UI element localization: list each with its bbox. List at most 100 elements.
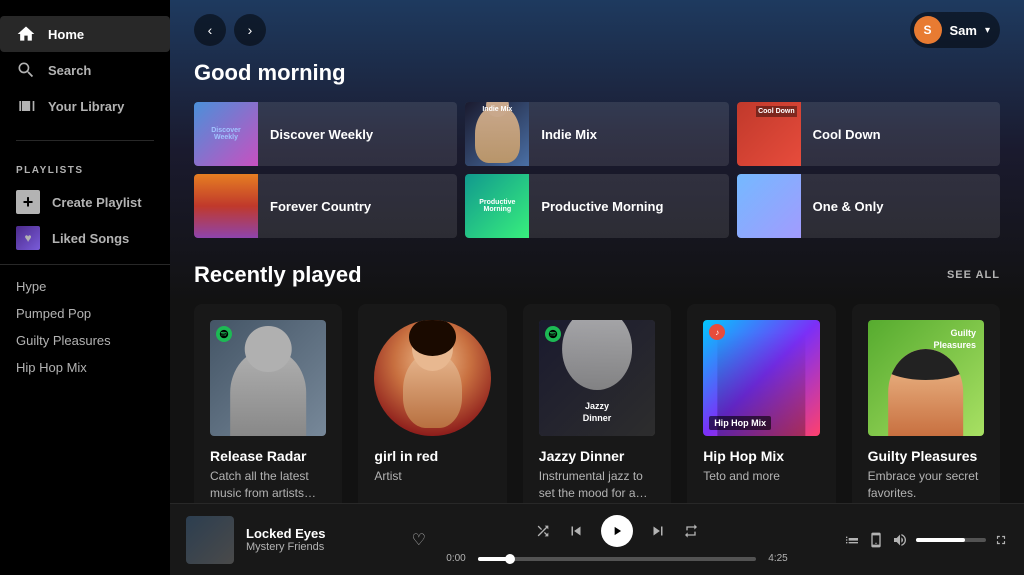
hiphop-mix-title: Hip Hop Mix bbox=[703, 448, 819, 464]
player-track-info: Locked Eyes Mystery Friends ♡ bbox=[186, 516, 426, 564]
recently-played-grid: Release Radar Catch all the latest music… bbox=[170, 304, 1024, 503]
greeting-title: Good morning bbox=[170, 60, 1024, 102]
shuffle-button[interactable] bbox=[535, 523, 551, 539]
next-button[interactable] bbox=[649, 522, 667, 540]
user-menu[interactable]: S Sam ▾ bbox=[910, 12, 1001, 48]
fullscreen-button[interactable] bbox=[994, 533, 1008, 547]
play-pause-button[interactable] bbox=[601, 515, 633, 547]
progress-dot bbox=[505, 554, 515, 564]
player-thumb bbox=[186, 516, 234, 564]
queue-button[interactable] bbox=[844, 532, 860, 548]
sidebar-divider bbox=[16, 140, 154, 141]
quick-play-card-discover[interactable]: Discover Weekly Discover Weekly bbox=[194, 102, 457, 166]
quick-play-card-productive[interactable]: ProductiveMorning Productive Morning bbox=[465, 174, 728, 238]
progress-bar[interactable] bbox=[478, 557, 756, 561]
sidebar-item-library[interactable]: Your Library bbox=[0, 88, 170, 124]
cool-down-title: Cool Down bbox=[813, 127, 1000, 142]
quick-play-card-cool[interactable]: Cool Down Cool Down bbox=[737, 102, 1000, 166]
hiphop-label: Hip Hop Mix bbox=[709, 416, 771, 430]
girl-in-red-desc: Artist bbox=[374, 468, 490, 485]
release-radar-title: Release Radar bbox=[210, 448, 326, 464]
liked-songs-label: Liked Songs bbox=[52, 231, 129, 246]
previous-button[interactable] bbox=[567, 522, 585, 540]
current-time: 0:00 bbox=[442, 553, 470, 564]
back-button[interactable]: ‹ bbox=[194, 14, 226, 46]
discover-weekly-thumb: Discover Weekly bbox=[194, 102, 258, 166]
jazzy-dinner-thumb: JazzyDinner bbox=[539, 320, 655, 436]
indie-mix-thumb: Indie Mix bbox=[465, 102, 529, 166]
recently-played-title: Recently played bbox=[194, 262, 362, 288]
player-buttons bbox=[535, 515, 699, 547]
jazzy-dinner-desc: Instrumental jazz to set the mood for a … bbox=[539, 468, 655, 502]
productive-morning-title: Productive Morning bbox=[541, 199, 728, 214]
library-icon bbox=[16, 96, 36, 116]
volume-button[interactable] bbox=[892, 532, 908, 548]
sidebar-item-search[interactable]: Search bbox=[0, 52, 170, 88]
create-playlist-label: Create Playlist bbox=[52, 195, 142, 210]
sidebar-item-pumped-pop[interactable]: Pumped Pop bbox=[0, 300, 170, 327]
playlist-pumped-pop-label: Pumped Pop bbox=[16, 306, 91, 321]
release-radar-thumb bbox=[210, 320, 326, 436]
player-track-text: Locked Eyes Mystery Friends bbox=[246, 526, 400, 553]
library-label: Your Library bbox=[48, 99, 124, 114]
discover-weekly-title: Discover Weekly bbox=[270, 127, 457, 142]
sidebar-nav: Home Search Your Library bbox=[0, 8, 170, 132]
recently-card-hiphop[interactable]: Hip Hop Mix ♪ Hip Hop Mix Teto and more bbox=[687, 304, 835, 503]
player-artist-name: Mystery Friends bbox=[246, 541, 400, 553]
create-playlist-button[interactable]: + Create Playlist bbox=[0, 184, 170, 220]
sidebar-item-guilty-pleasures[interactable]: Guilty Pleasures bbox=[0, 327, 170, 354]
cool-down-thumb: Cool Down bbox=[737, 102, 801, 166]
repeat-button[interactable] bbox=[683, 523, 699, 539]
hiphop-mix-thumb: Hip Hop Mix ♪ bbox=[703, 320, 819, 436]
sidebar-item-home[interactable]: Home bbox=[0, 16, 170, 52]
total-time: 4:25 bbox=[764, 553, 792, 564]
like-button[interactable]: ♡ bbox=[412, 530, 426, 550]
girl-in-red-thumb bbox=[374, 320, 490, 436]
sidebar-item-hype[interactable]: Hype bbox=[0, 273, 170, 300]
jazzy-dinner-title: Jazzy Dinner bbox=[539, 448, 655, 464]
productive-morning-thumb: ProductiveMorning bbox=[465, 174, 529, 238]
home-label: Home bbox=[48, 27, 84, 42]
forward-button[interactable]: › bbox=[234, 14, 266, 46]
recently-card-girl-in-red[interactable]: girl in red Artist bbox=[358, 304, 506, 503]
quick-play-card-one[interactable]: One & Only bbox=[737, 174, 1000, 238]
playlist-hiphop-label: Hip Hop Mix bbox=[16, 360, 87, 375]
main-content: ‹ › S Sam ▾ Good morning Discov bbox=[170, 0, 1024, 503]
quick-play-card-forever[interactable]: Forever Country bbox=[194, 174, 457, 238]
app-container: Home Search Your Library PL bbox=[0, 0, 1024, 575]
search-icon bbox=[16, 60, 36, 80]
playlist-list: Hype Pumped Pop Guilty Pleasures Hip Hop… bbox=[0, 264, 170, 381]
progress-fill bbox=[478, 557, 511, 561]
chevron-down-icon: ▾ bbox=[985, 25, 990, 36]
player-right-controls bbox=[808, 532, 1008, 548]
nav-buttons: ‹ › bbox=[194, 14, 266, 46]
sidebar: Home Search Your Library PL bbox=[0, 0, 170, 575]
quick-play-card-indie[interactable]: Indie Mix Indie Mix bbox=[465, 102, 728, 166]
guilty-pleasures-desc: Embrace your secret favorites. bbox=[868, 468, 984, 502]
top-bar: ‹ › S Sam ▾ bbox=[170, 0, 1024, 60]
player-controls: 0:00 4:25 bbox=[442, 515, 792, 564]
spotify-logo-jazzy bbox=[545, 326, 561, 342]
indie-mix-title: Indie Mix bbox=[541, 127, 728, 142]
forever-country-title: Forever Country bbox=[270, 199, 457, 214]
recently-played-header: Recently played SEE ALL bbox=[170, 262, 1024, 304]
heart-icon: ♥ bbox=[16, 226, 40, 250]
see-all-button[interactable]: SEE ALL bbox=[947, 269, 1000, 281]
bottom-player: Locked Eyes Mystery Friends ♡ bbox=[170, 503, 1024, 575]
recently-card-jazzy[interactable]: JazzyDinner Jazzy Dinner Instrumental ja… bbox=[523, 304, 671, 503]
volume-fill bbox=[916, 538, 965, 542]
guilty-pleasures-title: Guilty Pleasures bbox=[868, 448, 984, 464]
recently-card-release-radar[interactable]: Release Radar Catch all the latest music… bbox=[194, 304, 342, 503]
quick-play-grid: Discover Weekly Discover Weekly bbox=[170, 102, 1024, 238]
plus-icon: + bbox=[16, 190, 40, 214]
playlist-hype-label: Hype bbox=[16, 279, 46, 294]
volume-bar[interactable] bbox=[916, 538, 986, 542]
devices-button[interactable] bbox=[868, 532, 884, 548]
one-only-thumb bbox=[737, 174, 801, 238]
player-track-name: Locked Eyes bbox=[246, 526, 400, 541]
avatar: S bbox=[914, 16, 942, 44]
liked-songs-button[interactable]: ♥ Liked Songs bbox=[0, 220, 170, 256]
playlist-guilty-label: Guilty Pleasures bbox=[16, 333, 111, 348]
recently-card-guilty[interactable]: GuiltyPleasures Guilty Pleasures Embrace… bbox=[852, 304, 1000, 503]
sidebar-item-hiphop-mix[interactable]: Hip Hop Mix bbox=[0, 354, 170, 381]
